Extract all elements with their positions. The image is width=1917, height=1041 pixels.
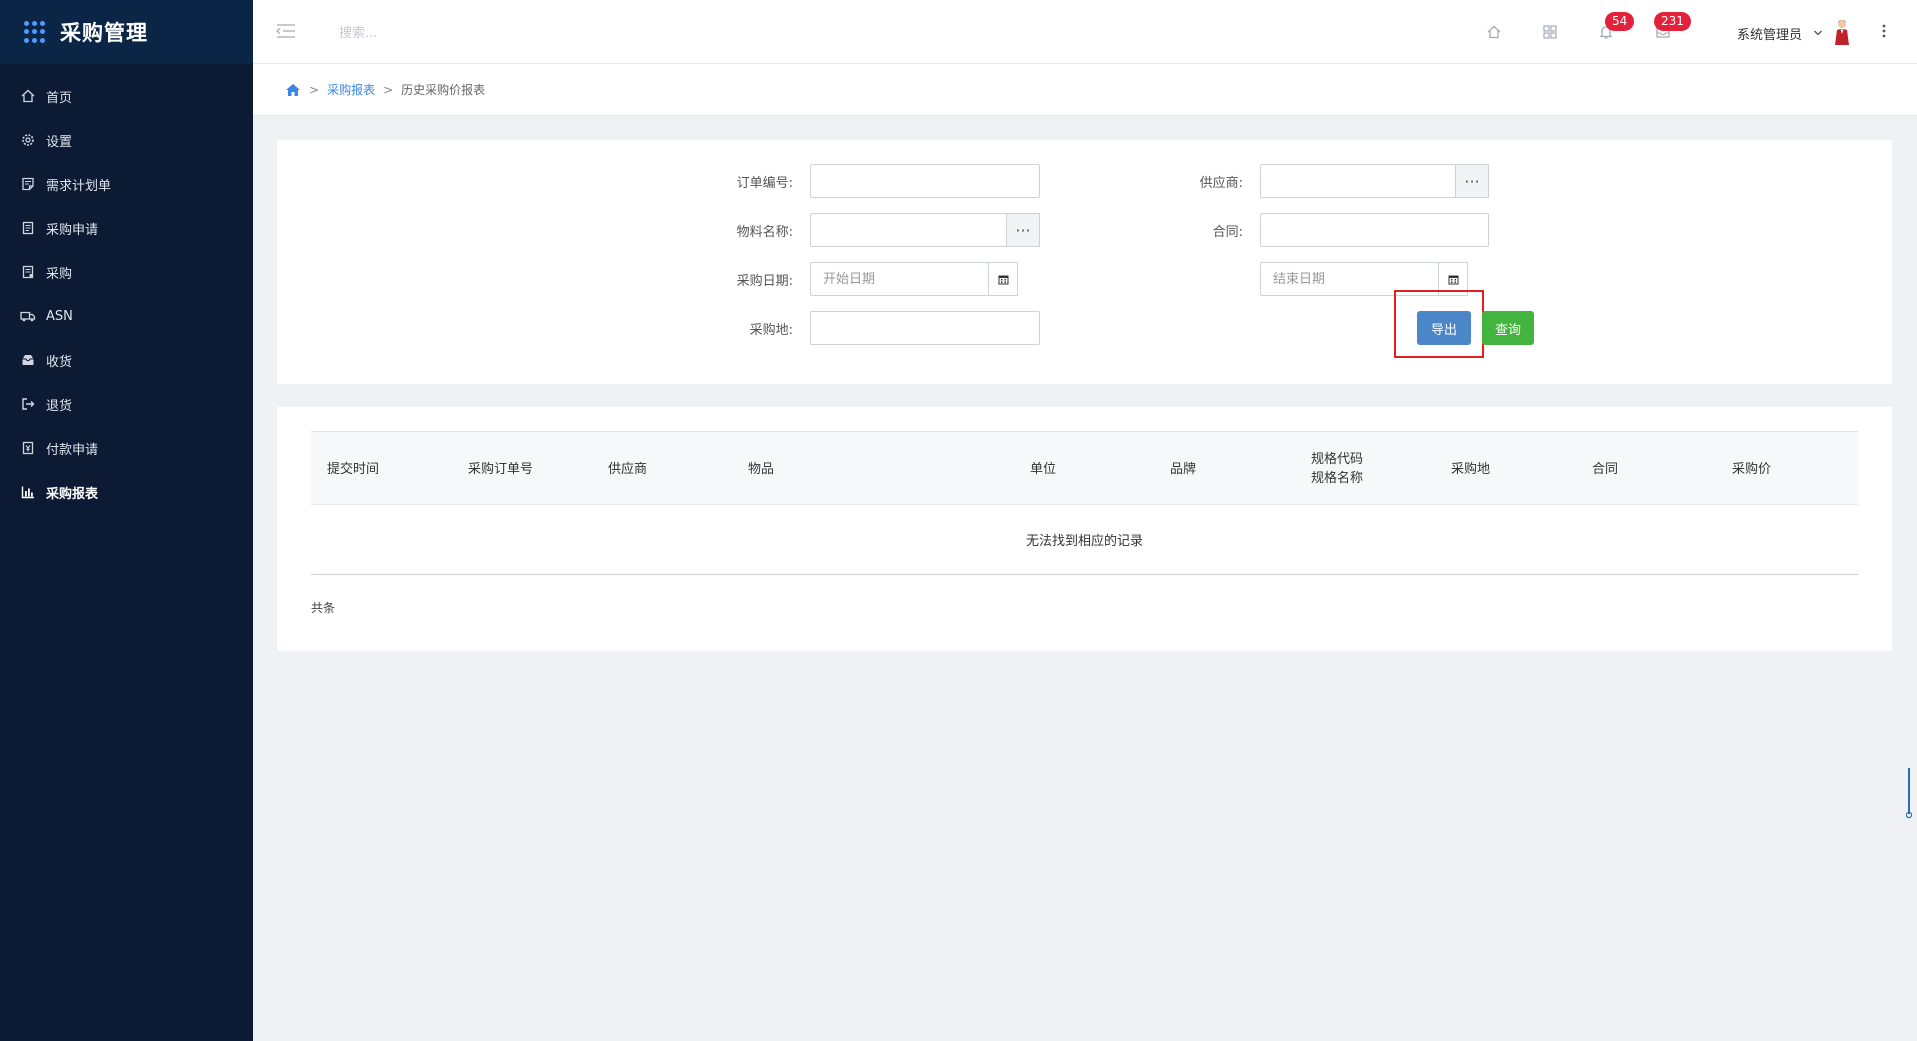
avatar[interactable] <box>1831 18 1853 46</box>
material-input[interactable] <box>810 213 1008 247</box>
location-label: 采购地: <box>749 323 793 338</box>
column-header-spec-name: 规格名称 <box>1311 471 1364 486</box>
app-title: 采购管理 <box>60 21 148 45</box>
column-header[interactable]: 品牌 <box>1170 432 1196 506</box>
more-vertical-icon[interactable] <box>1881 22 1887 44</box>
filter-panel: 订单编号: 供应商: ··· 物料名称: ··· 合同: 采购日期: 采购地: … <box>277 140 1892 384</box>
purchase-date-label: 采购日期: <box>736 274 793 289</box>
top-bar: 54 231 系统管理员 <box>253 0 1917 64</box>
sidebar-item-label: 采购申请 <box>46 222 99 238</box>
sidebar-item-home[interactable]: 首页 <box>0 74 253 118</box>
empty-table-message: 无法找到相应的记录 <box>311 505 1858 575</box>
column-header[interactable]: 合同 <box>1592 432 1618 506</box>
search-input[interactable] <box>339 20 639 46</box>
sidebar-item-payment-request[interactable]: 付款申请 <box>0 426 253 470</box>
table-header: 提交时间 采购订单号 供应商 物品 单位 品牌 规格代码 规格名称 采购地 合同… <box>311 431 1858 505</box>
location-input[interactable] <box>810 311 1040 345</box>
scrollbar-handle[interactable] <box>1905 768 1913 820</box>
breadcrumb-separator: > <box>309 82 320 97</box>
sidebar-item-label: 采购 <box>46 266 73 282</box>
menu-toggle-icon[interactable] <box>275 22 297 40</box>
query-button[interactable]: 查询 <box>1482 311 1534 345</box>
breadcrumb: > 采购报表 > 历史采购价报表 <box>253 64 1917 116</box>
column-header[interactable]: 采购订单号 <box>468 432 533 506</box>
contract-label: 合同: <box>1212 225 1243 240</box>
sidebar-item-purchase-report[interactable]: 采购报表 <box>0 470 253 514</box>
column-header-spec[interactable]: 规格代码 规格名称 <box>1311 432 1363 506</box>
brand: 采购管理 <box>0 0 253 64</box>
supplier-label: 供应商: <box>1199 176 1243 191</box>
message-badge: 231 <box>1654 12 1691 31</box>
inbox-icon <box>20 352 36 368</box>
bar-chart-icon <box>20 484 36 500</box>
return-icon <box>20 396 36 412</box>
column-header[interactable]: 单位 <box>1030 432 1056 506</box>
column-header[interactable]: 采购价 <box>1732 432 1771 506</box>
order-no-input[interactable] <box>810 164 1040 198</box>
gear-icon <box>20 132 36 148</box>
supplier-select-button[interactable]: ··· <box>1455 164 1489 198</box>
home-icon <box>20 88 36 104</box>
total-count: 共条 <box>311 601 336 615</box>
column-header[interactable]: 供应商 <box>608 432 647 506</box>
material-label: 物料名称: <box>736 225 793 240</box>
calendar-icon <box>998 275 1008 284</box>
supplier-input[interactable] <box>1260 164 1457 198</box>
start-date-input[interactable] <box>810 262 989 296</box>
truck-icon <box>20 308 36 324</box>
apps-grid-icon[interactable] <box>24 21 46 43</box>
material-select-button[interactable]: ··· <box>1006 213 1040 247</box>
sidebar-item-purchase[interactable]: 采购 <box>0 250 253 294</box>
order-no-label: 订单编号: <box>736 176 793 191</box>
home-icon[interactable] <box>1484 22 1504 42</box>
plan-icon <box>20 176 36 192</box>
purchase-icon <box>20 264 36 280</box>
sidebar: 采购管理 首页 设置 需求计划单 采购申请 采购 ASN 收货 退货 付款申请 … <box>0 0 253 1041</box>
sidebar-item-settings[interactable]: 设置 <box>0 118 253 162</box>
sidebar-item-returns[interactable]: 退货 <box>0 382 253 426</box>
table-panel: 提交时间 采购订单号 供应商 物品 单位 品牌 规格代码 规格名称 采购地 合同… <box>277 407 1892 651</box>
sidebar-item-label: 设置 <box>46 134 73 150</box>
calendar-icon <box>1448 275 1458 284</box>
column-header[interactable]: 采购地 <box>1451 432 1490 506</box>
sidebar-item-label: 采购报表 <box>46 486 99 502</box>
sidebar-item-label: ASN <box>46 308 73 324</box>
contract-input[interactable] <box>1260 213 1489 247</box>
sidebar-item-label: 需求计划单 <box>46 178 112 194</box>
grid-icon[interactable] <box>1540 22 1560 42</box>
sidebar-item-label: 退货 <box>46 398 73 414</box>
column-header[interactable]: 物品 <box>748 432 774 506</box>
sidebar-item-label: 收货 <box>46 354 73 370</box>
sidebar-item-label: 付款申请 <box>46 442 99 458</box>
breadcrumb-separator: > <box>383 82 394 97</box>
chevron-down-icon[interactable] <box>1813 26 1823 41</box>
payment-icon <box>20 440 36 456</box>
breadcrumb-purchase-report[interactable]: 采购报表 <box>327 81 375 98</box>
document-icon <box>20 220 36 236</box>
sidebar-item-demand-plan[interactable]: 需求计划单 <box>0 162 253 206</box>
sidebar-item-asn[interactable]: ASN <box>0 294 253 338</box>
home-icon[interactable] <box>285 83 301 97</box>
breadcrumb-current: 历史采购价报表 <box>401 83 486 97</box>
column-header-spec-code: 规格代码 <box>1311 452 1364 467</box>
user-name[interactable]: 系统管理员 <box>1737 24 1802 43</box>
sidebar-item-purchase-request[interactable]: 采购申请 <box>0 206 253 250</box>
column-header[interactable]: 提交时间 <box>327 432 379 506</box>
sidebar-item-label: 首页 <box>46 90 73 106</box>
export-button[interactable]: 导出 <box>1417 311 1471 345</box>
sidebar-item-receiving[interactable]: 收货 <box>0 338 253 382</box>
start-calendar-button[interactable] <box>988 262 1018 296</box>
notification-badge: 54 <box>1605 12 1635 31</box>
sidebar-menu: 首页 设置 需求计划单 采购申请 采购 ASN 收货 退货 付款申请 采购报表 <box>0 64 253 514</box>
